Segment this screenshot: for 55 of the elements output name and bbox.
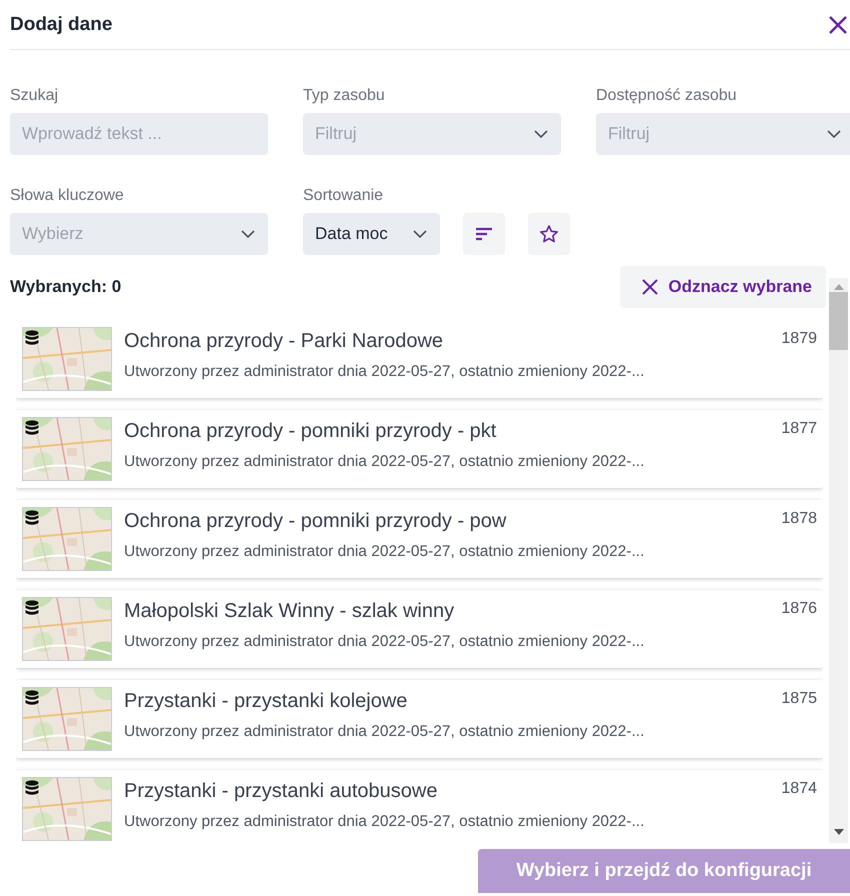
- star-icon: [539, 224, 559, 244]
- resource-number: 1878: [781, 510, 817, 529]
- database-icon: [25, 600, 39, 616]
- field-label: Szukaj: [10, 86, 60, 106]
- resource-number: 1875: [781, 690, 817, 709]
- scrollbar-thumb[interactable]: [829, 292, 848, 350]
- resource-card[interactable]: Przystanki - przystanki autobusowe 1874 Utworzony przez administrator dnia 2022-05-27, ostatnio zmieniony 2022-...: [16, 770, 823, 847]
- resource-description: Utworzony przez administrator dnia 2022-05-27, ostatnio zmieniony 2022-...: [124, 453, 646, 471]
- resource-description: Utworzony przez administrator dnia 2022-05-27, ostatnio zmieniony 2022-...: [124, 633, 646, 651]
- database-icon: [25, 330, 39, 346]
- field-label: Dostępność zasobu: [596, 86, 738, 106]
- database-icon: [25, 420, 39, 436]
- field-label: Słowa kluczowe: [10, 186, 125, 206]
- sort-order-button[interactable]: [463, 213, 505, 255]
- favorite-button[interactable]: [528, 213, 570, 255]
- resource-title: Ochrona przyrody - pomniki przyrody - pkt: [124, 420, 496, 443]
- resource-title: Małopolski Szlak Winny - szlak winny: [124, 600, 454, 623]
- database-icon: [25, 510, 39, 526]
- resource-description: Utworzony przez administrator dnia 2022-05-27, ostatnio zmieniony 2022-...: [124, 813, 646, 831]
- resource-card[interactable]: Ochrona przyrody - pomniki przyrody - pow 1878 Utworzony przez administrator dnia 2022-05-27, ostatnio zmieniony 2022-...: [16, 500, 823, 578]
- resource-title: Przystanki - przystanki kolejowe: [124, 690, 408, 713]
- close-icon: [642, 279, 658, 295]
- resource-card[interactable]: Ochrona przyrody - pomniki przyrody - pkt 1877 Utworzony przez administrator dnia 2022-05-27, ostatnio zmieniony 2022-...: [16, 410, 823, 488]
- resource-description: Utworzony przez administrator dnia 2022-05-27, ostatnio zmieniony 2022-...: [124, 723, 646, 741]
- resource-description: Utworzony przez administrator dnia 2022-05-27, ostatnio zmieniony 2022-...: [124, 363, 646, 381]
- resource-title: Ochrona przyrody - Parki Narodowe: [124, 330, 444, 353]
- chevron-down-icon: [533, 129, 549, 139]
- resource-title: Przystanki - przystanki autobusowe: [124, 780, 438, 803]
- resource-number: 1879: [781, 330, 817, 349]
- sort-icon: [475, 227, 493, 241]
- search-field[interactable]: Wprowadź tekst ...: [10, 113, 268, 155]
- close-button[interactable]: [828, 14, 848, 34]
- database-icon: [25, 780, 39, 796]
- chevron-down-icon: [240, 229, 256, 239]
- resource-card[interactable]: Małopolski Szlak Winny - szlak winny 1876 Utworzony przez administrator dnia 2022-05-27, ostatnio zmieniony 2022-...: [16, 590, 823, 668]
- close-icon: [828, 14, 848, 34]
- resource-number: 1876: [781, 600, 817, 619]
- deselect-button[interactable]: Odznacz wybrane: [620, 266, 826, 308]
- resource-card[interactable]: Ochrona przyrody - Parki Narodowe 1879 Utworzony przez administrator dnia 2022-05-27, ostatnio zmieniony 2022-...: [16, 320, 823, 398]
- scrollbar[interactable]: [829, 278, 848, 843]
- chevron-down-icon: [826, 129, 842, 139]
- resource-description: Utworzony przez administrator dnia 2022-05-27, ostatnio zmieniony 2022-...: [124, 543, 646, 561]
- scroll-up-icon: [834, 284, 844, 290]
- field-label: Typ zasobu: [303, 86, 386, 106]
- database-icon: [25, 690, 39, 706]
- dropdown-field[interactable]: Data moc: [303, 213, 440, 255]
- dialog-title: Dodaj dane: [10, 14, 112, 36]
- selected-count: Wybranych: 0: [10, 277, 122, 297]
- resource-number: 1874: [781, 780, 817, 799]
- scroll-down-icon: [834, 829, 844, 835]
- resource-number: 1877: [781, 420, 817, 439]
- chevron-down-icon: [412, 229, 428, 239]
- resource-card[interactable]: Przystanki - przystanki kolejowe 1875 Utworzony przez administrator dnia 2022-05-27, ostatnio zmieniony 2022-...: [16, 680, 823, 758]
- field-label: Sortowanie: [303, 186, 384, 206]
- resource-title: Ochrona przyrody - pomniki przyrody - pow: [124, 510, 506, 533]
